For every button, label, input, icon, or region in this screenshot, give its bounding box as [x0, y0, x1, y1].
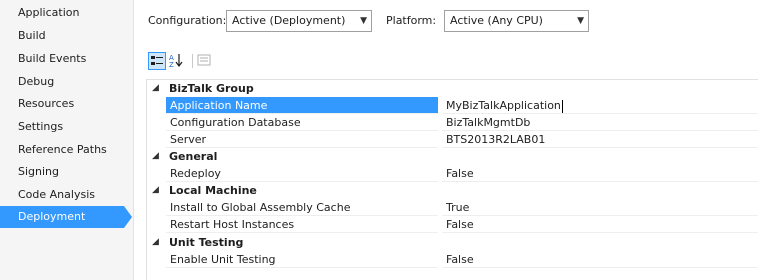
sidebar-item-resources[interactable]: Resources	[0, 93, 120, 115]
category-general[interactable]: ◢ General	[146, 148, 758, 165]
category-label: Local Machine	[169, 184, 257, 197]
sidebar-item-signing[interactable]: Signing	[0, 161, 120, 183]
sidebar-item-application[interactable]: Application	[0, 2, 120, 24]
property-value[interactable]: False	[442, 251, 758, 268]
sidebar-item-build[interactable]: Build	[0, 25, 120, 47]
collapse-triangle-icon[interactable]: ◢	[152, 234, 159, 251]
category-label: General	[169, 150, 218, 163]
collapse-triangle-icon[interactable]: ◢	[152, 148, 159, 165]
property-value[interactable]: False	[442, 165, 758, 182]
sidebar-item-build-events[interactable]: Build Events	[0, 48, 120, 70]
platform-dropdown[interactable]: Active (Any CPU) ▼	[444, 10, 589, 32]
sidebar-item-reference-paths[interactable]: Reference Paths	[0, 139, 120, 161]
property-name: Server	[166, 131, 438, 148]
property-name: Restart Host Instances	[166, 216, 438, 233]
category-label: BizTalk Group	[169, 82, 254, 95]
categorized-view-icon	[151, 56, 163, 65]
text-caret	[561, 99, 563, 113]
platform-label: Platform:	[386, 14, 437, 27]
sidebar-item-settings[interactable]: Settings	[0, 116, 120, 138]
configuration-dropdown[interactable]: Active (Deployment) ▼	[226, 10, 372, 32]
property-value[interactable]: BTS2013R2LAB01	[442, 131, 758, 148]
sidebar: Application Build Build Events Debug Res…	[0, 0, 134, 280]
property-row-configuration-database[interactable]: Configuration Database BizTalkMgmtDb	[146, 114, 758, 131]
property-name: Enable Unit Testing	[166, 251, 438, 268]
alphabetical-sort-button[interactable]: A Z	[168, 52, 186, 70]
property-value[interactable]: True	[442, 199, 758, 216]
sidebar-item-deployment[interactable]: Deployment	[0, 206, 132, 228]
property-value-input[interactable]: MyBizTalkApplication	[442, 97, 758, 114]
property-name: Application Name	[166, 97, 438, 114]
property-row-application-name[interactable]: Application Name MyBizTalkApplication	[146, 97, 758, 114]
collapse-triangle-icon[interactable]: ◢	[152, 182, 159, 199]
category-label: Unit Testing	[169, 236, 244, 249]
sidebar-item-code-analysis[interactable]: Code Analysis	[0, 184, 120, 206]
chevron-down-icon: ▼	[577, 16, 584, 26]
property-row-redeploy[interactable]: Redeploy False	[146, 165, 758, 182]
category-local-machine[interactable]: ◢ Local Machine	[146, 182, 758, 199]
svg-text:Z: Z	[169, 61, 174, 68]
property-name: Install to Global Assembly Cache	[166, 199, 438, 216]
collapse-triangle-icon[interactable]: ◢	[152, 80, 159, 97]
platform-value: Active (Any CPU)	[450, 14, 543, 27]
sidebar-item-debug[interactable]: Debug	[0, 71, 120, 93]
property-row-install-to-gac[interactable]: Install to Global Assembly Cache True	[146, 199, 758, 216]
property-pages-icon	[197, 54, 211, 66]
toolbar-separator	[192, 54, 193, 68]
configuration-label: Configuration:	[148, 14, 227, 27]
alphabetical-sort-icon: A Z	[169, 54, 183, 68]
category-biztalk-group[interactable]: ◢ BizTalk Group	[146, 80, 758, 97]
property-row-server[interactable]: Server BTS2013R2LAB01	[146, 131, 758, 148]
property-pages-button[interactable]	[196, 52, 214, 70]
property-row-enable-unit-testing[interactable]: Enable Unit Testing False	[146, 251, 758, 268]
property-value[interactable]: BizTalkMgmtDb	[442, 114, 758, 131]
property-value[interactable]: False	[442, 216, 758, 233]
category-unit-testing[interactable]: ◢ Unit Testing	[146, 234, 758, 251]
property-value: MyBizTalkApplication	[446, 99, 561, 112]
property-name: Configuration Database	[166, 114, 438, 131]
chevron-down-icon: ▼	[360, 16, 367, 26]
configuration-value: Active (Deployment)	[232, 14, 346, 27]
categorized-view-button[interactable]	[148, 52, 166, 70]
property-name: Redeploy	[166, 165, 438, 182]
property-row-restart-host-instances[interactable]: Restart Host Instances False	[146, 216, 758, 233]
